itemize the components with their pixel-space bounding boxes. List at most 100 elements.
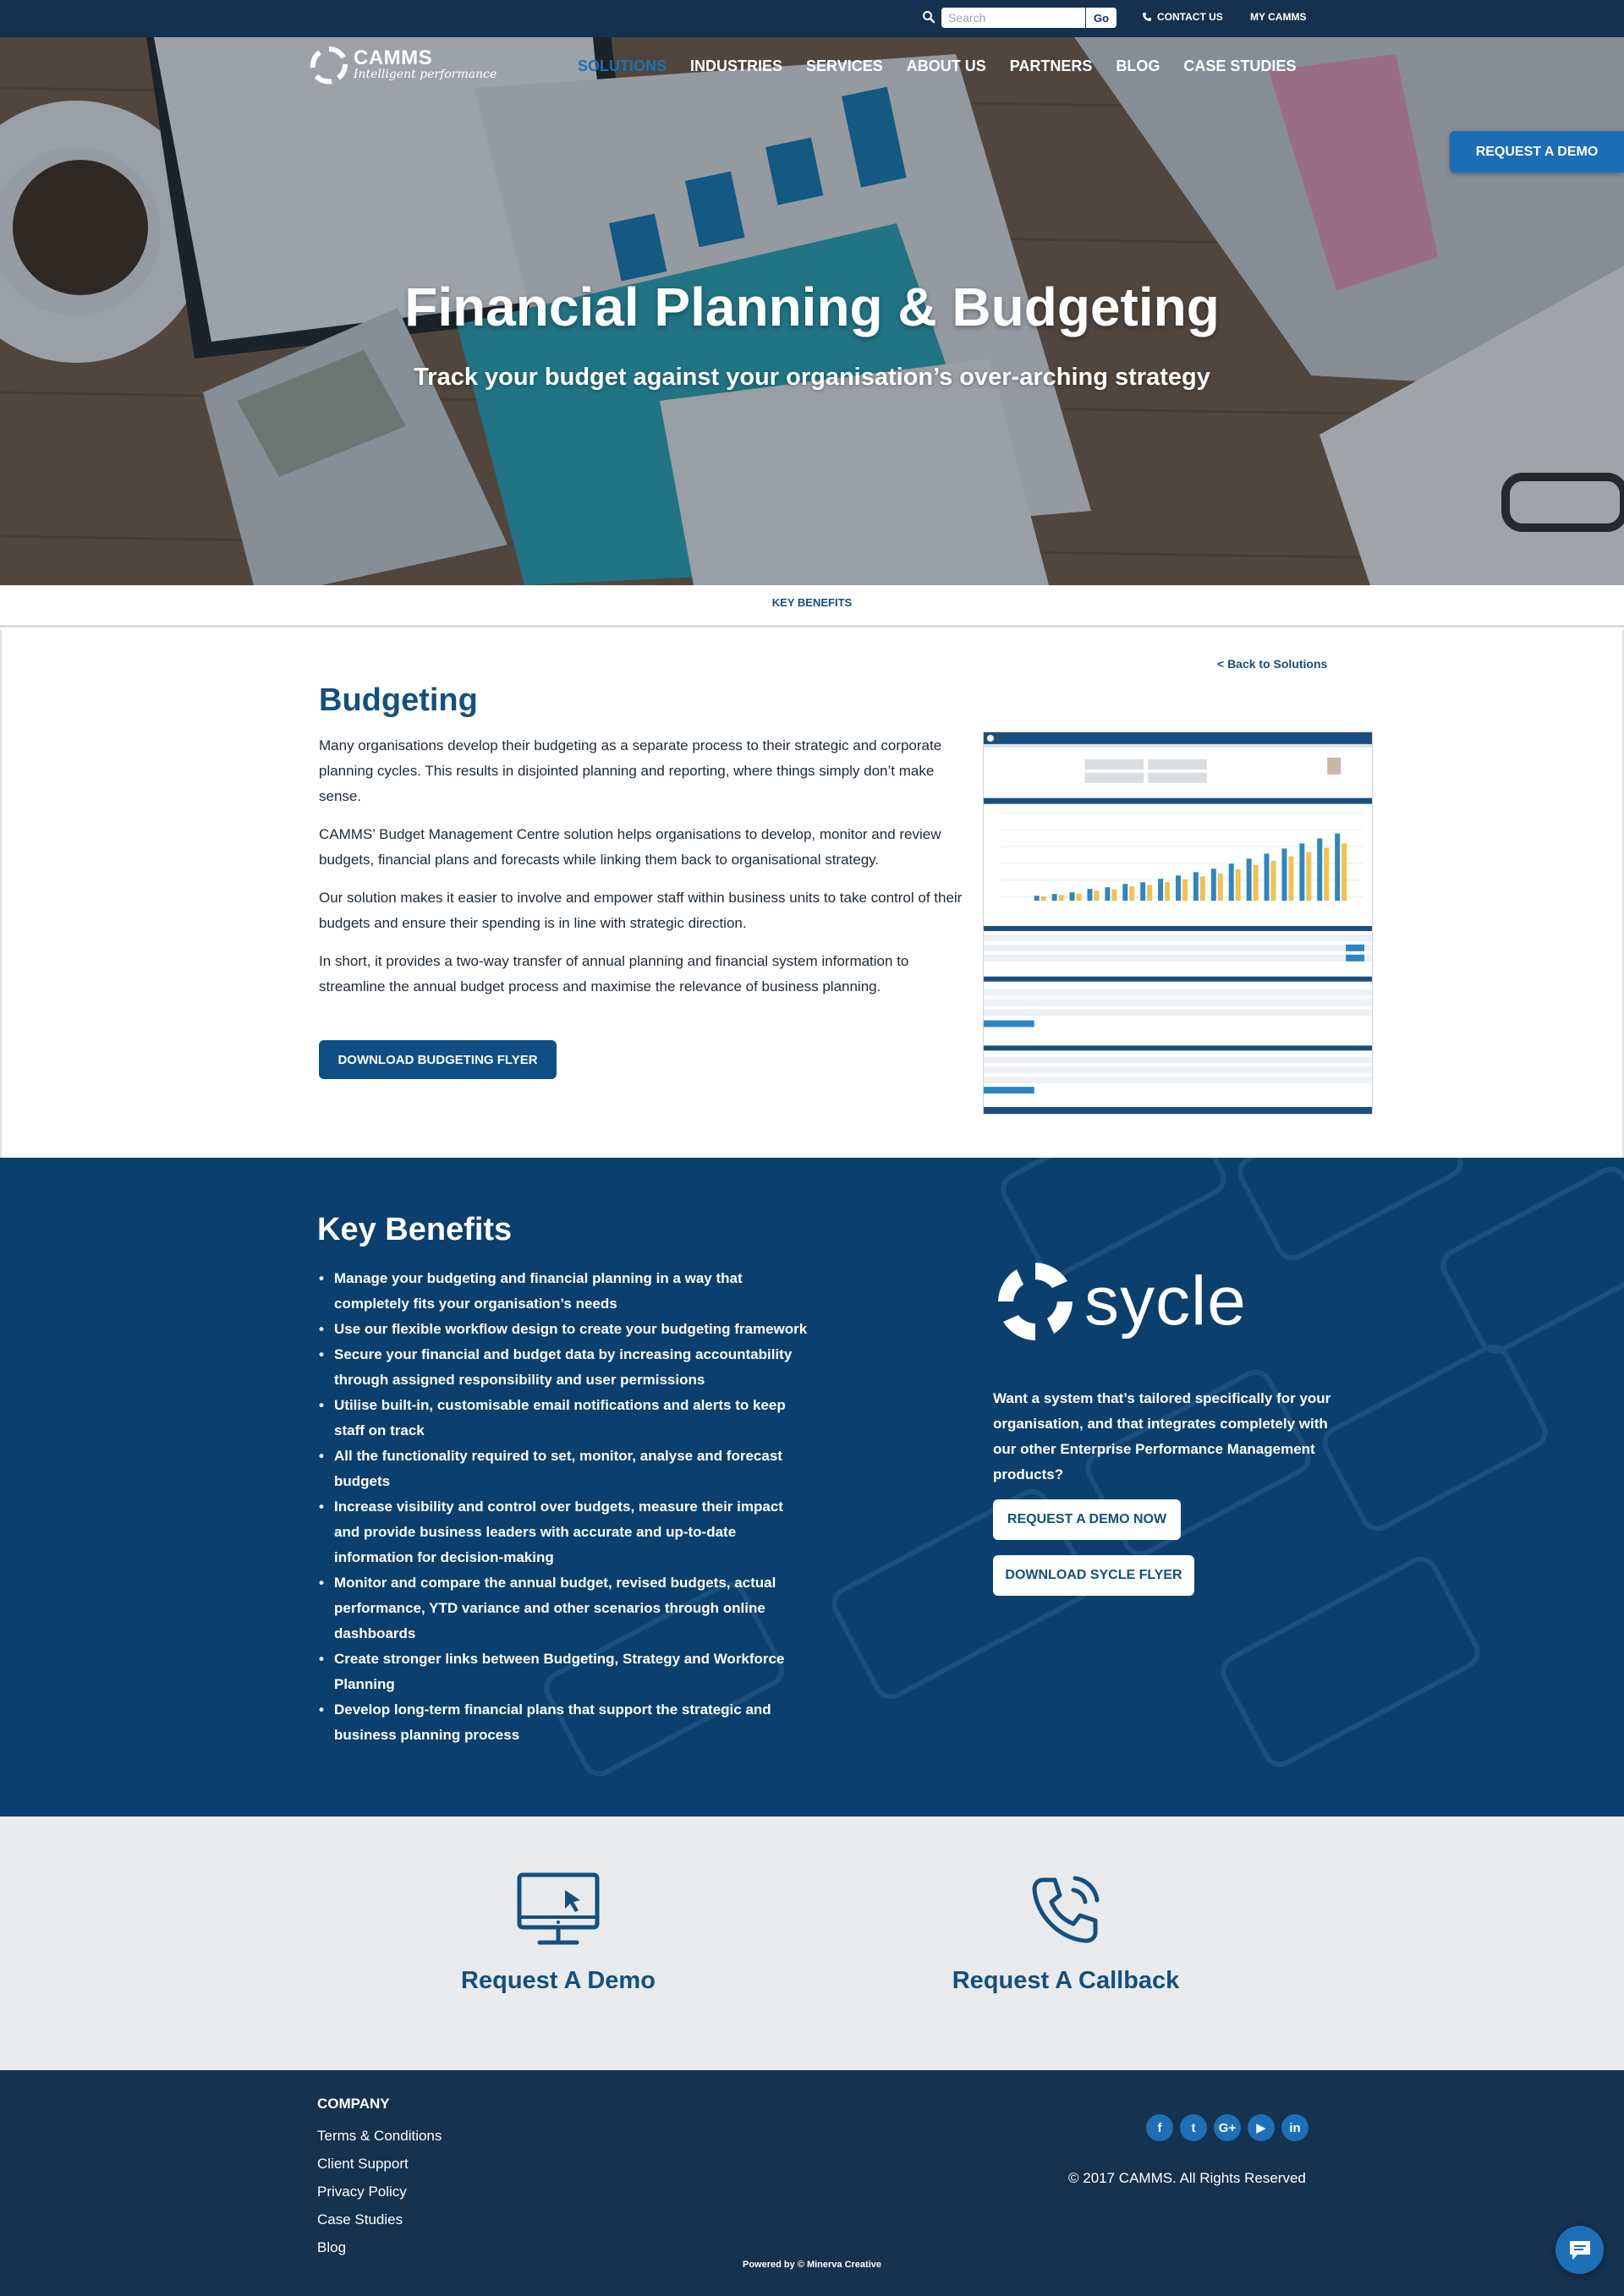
screenshot-chart-bar bbox=[1182, 879, 1188, 901]
copyright-text: © 2017 CAMMS. All Rights Reserved bbox=[1068, 2170, 1306, 2186]
screenshot-chart-bar bbox=[1040, 896, 1046, 901]
benefit-item: Monitor and compare the annual budget, r… bbox=[317, 1570, 812, 1647]
screenshot-chart-bar bbox=[1306, 852, 1312, 901]
screenshot-chart-bar bbox=[1034, 896, 1040, 901]
screenshot-chart-bar bbox=[1105, 887, 1111, 901]
section-anchor-bar: KEY BENEFITS bbox=[0, 585, 1624, 627]
download-budgeting-flyer-button[interactable]: DOWNLOAD BUDGETING FLYER bbox=[319, 1040, 557, 1079]
nav-about-us[interactable]: ABOUT US bbox=[907, 58, 986, 75]
screenshot-chart-bar bbox=[1058, 895, 1064, 901]
screenshot-chart-bar bbox=[1111, 889, 1117, 901]
screenshot-chart-bar bbox=[1129, 886, 1135, 901]
screenshot-chart-bar bbox=[1210, 869, 1216, 901]
sycle-wordmark: sycle bbox=[1084, 1263, 1247, 1340]
sycle-description: Want a system that’s tailored specifical… bbox=[993, 1390, 1331, 1482]
search-icon[interactable] bbox=[922, 10, 935, 24]
request-callback-card[interactable]: Request A Callback bbox=[897, 1871, 1235, 1995]
facebook-icon[interactable]: f bbox=[1146, 2114, 1173, 2141]
budgeting-paragraph: Our solution makes it easier to involve … bbox=[319, 890, 963, 931]
footer-company-heading: COMPANY bbox=[317, 2096, 390, 2112]
budgeting-body: Many organisations develop their budgeti… bbox=[319, 733, 963, 1012]
monitor-icon bbox=[517, 1872, 600, 1945]
budget-management-screenshot bbox=[983, 732, 1373, 1115]
screenshot-chart-bar bbox=[1122, 884, 1128, 901]
request-demo-card[interactable]: Request A Demo bbox=[389, 1871, 727, 1995]
logo-name: CAMMS bbox=[354, 47, 433, 69]
benefit-item: Develop long-term financial plans that s… bbox=[317, 1697, 812, 1748]
budgeting-heading: Budgeting bbox=[319, 682, 478, 718]
benefit-item: Manage your budgeting and financial plan… bbox=[317, 1266, 812, 1317]
request-demo-tab[interactable]: REQUEST A DEMO bbox=[1450, 131, 1624, 173]
nav-services[interactable]: SERVICES bbox=[806, 58, 883, 75]
phone-icon bbox=[1143, 13, 1151, 21]
nav-industries[interactable]: INDUSTRIES bbox=[690, 58, 782, 75]
screenshot-chart-bar bbox=[1253, 864, 1259, 901]
request-demo-label: Request A Demo bbox=[461, 1967, 656, 1994]
screenshot-chart-bar bbox=[1051, 894, 1057, 901]
cta-section: Request A Demo Request A Callback bbox=[0, 1817, 1624, 2070]
benefit-item: Utilise built-in, customisable email not… bbox=[317, 1393, 812, 1444]
screenshot-chart-bar bbox=[1288, 856, 1294, 901]
screenshot-chart-bar bbox=[1341, 843, 1347, 901]
chat-widget-button[interactable] bbox=[1555, 2226, 1604, 2274]
budgeting-paragraph: Many organisations develop their budgeti… bbox=[319, 737, 942, 804]
screenshot-chart-bar bbox=[1158, 879, 1164, 901]
benefit-item: Increase visibility and control over bud… bbox=[317, 1494, 812, 1570]
screenshot-chart-bar bbox=[1199, 876, 1205, 901]
contact-us-link[interactable]: CONTACT US bbox=[1142, 11, 1223, 23]
phone-call-icon bbox=[1032, 1876, 1100, 1943]
contact-us-label: CONTACT US bbox=[1157, 11, 1223, 23]
twitter-icon[interactable]: t bbox=[1180, 2114, 1207, 2141]
screenshot-chart-bar bbox=[1140, 882, 1146, 901]
screenshot-chart-bar bbox=[1094, 890, 1100, 901]
budgeting-paragraph: In short, it provides a two-way transfer… bbox=[319, 953, 909, 995]
back-to-solutions-link[interactable]: < Back to Solutions bbox=[1217, 657, 1327, 671]
footer-link-terms[interactable]: Terms & Conditions bbox=[317, 2122, 442, 2150]
request-demo-now-button[interactable]: REQUEST A DEMO NOW bbox=[993, 1499, 1181, 1540]
screenshot-chart-bar bbox=[1264, 853, 1270, 901]
budgeting-section: < Back to Solutions Budgeting Many organ… bbox=[0, 630, 1624, 1158]
logo-tagline: Intelligent performance bbox=[354, 68, 497, 81]
search-go-button[interactable]: Go bbox=[1085, 8, 1116, 28]
benefit-item: All the functionality required to set, m… bbox=[317, 1444, 812, 1494]
nav-blog[interactable]: BLOG bbox=[1116, 58, 1160, 75]
key-benefits-list: Manage your budgeting and financial plan… bbox=[317, 1266, 812, 1748]
search-input[interactable] bbox=[941, 8, 1085, 28]
benefit-item: Create stronger links between Budgeting,… bbox=[317, 1647, 812, 1697]
footer-link-blog[interactable]: Blog bbox=[317, 2233, 442, 2261]
screenshot-chart-bar bbox=[1165, 882, 1171, 901]
download-sycle-flyer-button[interactable]: DOWNLOAD SYCLE FLYER bbox=[993, 1555, 1194, 1596]
nav-case-studies[interactable]: CASE STUDIES bbox=[1183, 58, 1296, 75]
main-navigation: SOLUTIONS INDUSTRIES SERVICES ABOUT US P… bbox=[578, 58, 1320, 75]
powered-by-link[interactable]: Powered by © Minerva Creative bbox=[0, 2260, 1624, 2270]
linkedin-icon[interactable]: in bbox=[1281, 2114, 1309, 2141]
search-box: Go bbox=[941, 8, 1116, 28]
key-benefits-anchor-link[interactable]: KEY BENEFITS bbox=[0, 596, 1624, 609]
footer-link-privacy[interactable]: Privacy Policy bbox=[317, 2178, 442, 2206]
nav-partners[interactable]: PARTNERS bbox=[1010, 58, 1093, 75]
sycle-logo: sycle bbox=[993, 1259, 1247, 1344]
keyboard-background-image bbox=[0, 1158, 1624, 1817]
screenshot-chart-bar bbox=[1299, 843, 1305, 901]
screenshot-chart-bar bbox=[1246, 858, 1252, 901]
screenshot-chart-bar bbox=[1193, 872, 1199, 901]
page-subtitle: Track your budget against your organisat… bbox=[414, 364, 1210, 391]
google-plus-icon[interactable]: G+ bbox=[1214, 2114, 1241, 2141]
nav-solutions[interactable]: SOLUTIONS bbox=[578, 58, 667, 75]
camms-logo[interactable]: CAMMS Intelligent performance bbox=[310, 46, 497, 85]
budgeting-paragraph: CAMMS’ Budget Management Centre solution… bbox=[319, 826, 941, 868]
footer-links: Terms & Conditions Client Support Privac… bbox=[317, 2122, 442, 2261]
sycle-logo-icon bbox=[998, 1263, 1073, 1340]
chat-icon bbox=[1569, 2240, 1590, 2260]
screenshot-chart-bar bbox=[1335, 833, 1341, 901]
screenshot-chart-bar bbox=[1317, 838, 1323, 901]
benefit-item: Use our flexible workflow design to crea… bbox=[317, 1317, 812, 1342]
my-camms-link[interactable]: MY CAMMS bbox=[1250, 11, 1306, 23]
footer-link-client-support[interactable]: Client Support bbox=[317, 2150, 442, 2178]
youtube-icon[interactable]: ▶ bbox=[1248, 2114, 1275, 2141]
screenshot-chart-bar bbox=[1076, 893, 1082, 901]
screenshot-chart-bar bbox=[1217, 873, 1223, 901]
hero-banner: CAMMS Intelligent performance SOLUTIONS … bbox=[0, 37, 1624, 585]
social-links: f t G+ ▶ in bbox=[1146, 2114, 1309, 2141]
footer-link-case-studies[interactable]: Case Studies bbox=[317, 2206, 442, 2233]
